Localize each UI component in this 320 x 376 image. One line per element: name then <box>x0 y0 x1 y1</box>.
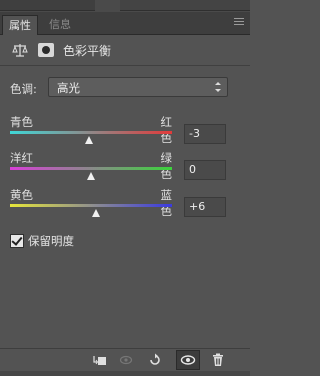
slider-thumb[interactable] <box>84 136 93 144</box>
slider-right-label: 绿色 <box>160 151 173 181</box>
tone-label: 色调: <box>10 82 37 96</box>
mask-icon[interactable] <box>38 43 54 57</box>
preserve-luminosity-checkbox[interactable] <box>10 234 24 248</box>
slider-left-label: 青色 <box>10 115 33 129</box>
slider-value-field[interactable]: +6 <box>184 197 226 217</box>
slider-thumb[interactable] <box>91 209 100 217</box>
slider-magenta-green: 洋红 绿色 0 <box>0 150 250 192</box>
slider-right-label: 红色 <box>160 115 173 145</box>
slider-value-field[interactable]: 0 <box>184 160 226 180</box>
top-edge-bar <box>0 0 250 12</box>
slider-track[interactable] <box>10 167 172 170</box>
preserve-luminosity-label: 保留明度 <box>28 234 74 248</box>
slider-yellow-blue: 黄色 蓝色 +6 <box>0 187 250 229</box>
slider-value: +6 <box>189 200 206 213</box>
slider-track[interactable] <box>10 204 172 207</box>
tone-row: 色调: 高光 <box>0 75 250 99</box>
tone-selected-value: 高光 <box>57 81 80 95</box>
slider-left-label: 黄色 <box>10 188 33 202</box>
tab-properties[interactable]: 属性 <box>2 15 38 35</box>
view-previous-state-icon[interactable] <box>119 353 133 367</box>
checkmark-icon <box>11 234 23 246</box>
reset-icon[interactable] <box>148 353 162 367</box>
slider-value-field[interactable]: -3 <box>184 124 226 144</box>
panel-tab-strip: 属性 信息 <box>0 12 250 35</box>
slider-track[interactable] <box>10 131 172 134</box>
slider-value: -3 <box>189 127 200 140</box>
balance-icon <box>12 44 28 57</box>
tab-info[interactable]: 信息 <box>43 15 77 34</box>
eye-icon <box>180 355 196 365</box>
top-edge-segment <box>120 0 250 11</box>
slider-thumb[interactable] <box>87 172 95 180</box>
slider-right-label: 蓝色 <box>160 188 173 218</box>
visibility-toggle[interactable] <box>176 350 200 370</box>
panel-bottom-toolbar <box>0 348 250 371</box>
select-arrows-icon <box>215 82 221 92</box>
panel-header: 色彩平衡 <box>0 35 250 66</box>
trash-icon[interactable] <box>211 353 225 367</box>
clip-to-layer-icon[interactable] <box>93 353 107 367</box>
slider-value: 0 <box>189 163 196 176</box>
panel-menu-icon[interactable] <box>234 18 244 28</box>
panel-title: 色彩平衡 <box>63 44 112 58</box>
top-edge-segment <box>0 0 95 11</box>
tone-select[interactable]: 高光 <box>48 77 228 97</box>
bottom-edge-bar <box>0 371 250 376</box>
slider-left-label: 洋红 <box>10 151 33 165</box>
